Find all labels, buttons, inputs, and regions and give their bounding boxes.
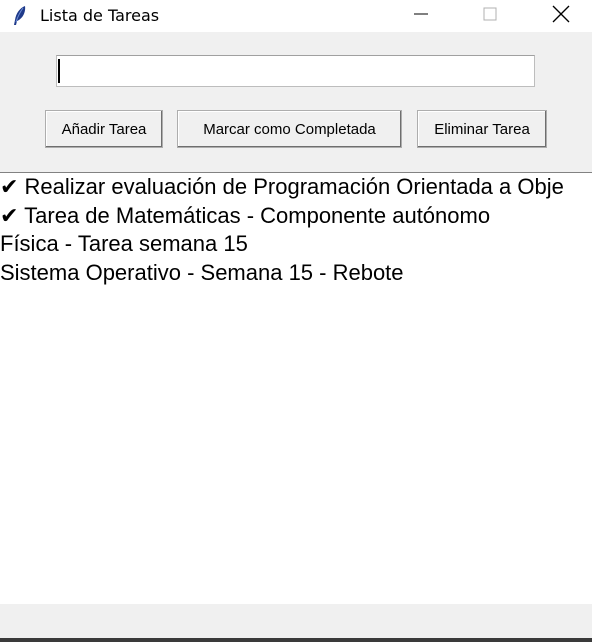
close-button[interactable]: [538, 0, 584, 32]
list-item[interactable]: ✔ Tarea de Matemáticas - Componente autó…: [0, 202, 592, 231]
mark-complete-button[interactable]: Marcar como Completada: [177, 110, 402, 148]
app-window: Lista de Tareas Añadir Tarea Marcar como…: [0, 0, 592, 642]
window-title: Lista de Tareas: [40, 6, 160, 25]
add-task-button[interactable]: Añadir Tarea: [45, 110, 163, 148]
task-input[interactable]: [56, 55, 535, 87]
delete-task-button[interactable]: Eliminar Tarea: [417, 110, 547, 148]
maximize-button[interactable]: [467, 0, 513, 32]
text-cursor: [58, 59, 60, 83]
minimize-button[interactable]: [398, 0, 444, 32]
title-bar[interactable]: Lista de Tareas: [0, 0, 592, 32]
maximize-icon: [482, 6, 498, 26]
task-listbox[interactable]: ✔ Realizar evaluación de Programación Or…: [0, 172, 592, 604]
minimize-icon: [413, 6, 429, 26]
list-item[interactable]: ✔ Realizar evaluación de Programación Or…: [0, 173, 592, 202]
list-item[interactable]: Sistema Operativo - Semana 15 - Rebote: [0, 259, 592, 288]
feather-icon: [10, 5, 30, 27]
list-item[interactable]: Física - Tarea semana 15: [0, 230, 592, 259]
close-icon: [552, 5, 570, 27]
